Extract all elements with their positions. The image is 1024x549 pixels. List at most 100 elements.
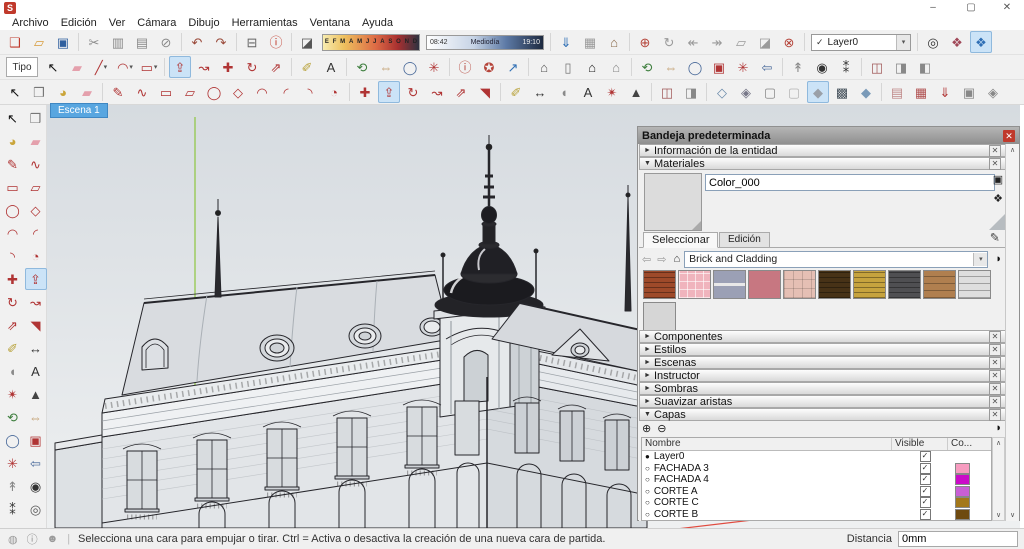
section-close-icon[interactable]: ✕ (989, 145, 1001, 157)
visible-checkbox[interactable]: ✓ (920, 497, 931, 508)
visible-checkbox[interactable]: ✓ (920, 463, 931, 474)
chevron-down-icon[interactable]: ▾ (973, 253, 987, 266)
tray-section-sombras[interactable]: ► Sombras ✕ (639, 382, 1006, 395)
look-around-l-icon[interactable]: ◉ (25, 475, 47, 497)
house-front-view-icon[interactable]: ⌂ (605, 56, 627, 78)
rotated-rectangle-l-icon[interactable]: ▱ (25, 176, 47, 198)
menu-ver[interactable]: Ver (103, 17, 132, 29)
rotate-l-icon[interactable]: ↻ (2, 291, 24, 313)
sandbox-stamp-icon[interactable]: ▣ (958, 81, 980, 103)
section-plane-3-icon[interactable]: ◫ (656, 81, 678, 103)
push-pull-l-icon[interactable]: ⇪ (25, 268, 47, 290)
previous-view-l-icon[interactable]: ⇦ (25, 452, 47, 474)
remove-layer-icon[interactable]: ⊖ (657, 422, 666, 435)
scroll-down-icon[interactable]: ∨ (993, 511, 1004, 519)
geolocation-status-icon[interactable]: ◍ (8, 533, 18, 546)
tab-edicion[interactable]: Edición (719, 232, 770, 248)
make-component-icon[interactable]: ❒ (28, 81, 50, 103)
shadow-time-slider[interactable]: 08:42Mediodía19:10 (426, 35, 544, 50)
polygon-l-icon[interactable]: ◇ (25, 199, 47, 221)
visible-checkbox[interactable]: ✓ (920, 509, 931, 520)
text-tool-3-icon[interactable]: A (577, 81, 599, 103)
zoom-tool-icon[interactable]: ◯ (399, 56, 421, 78)
pan-tool-icon[interactable]: ⇔ (375, 56, 397, 78)
layer-radio[interactable]: ○ (645, 487, 650, 496)
tray-section-capas[interactable]: ▼ Capas ✕ (639, 408, 1006, 421)
collection-dropdown[interactable]: Brick and Cladding ▾ (684, 251, 988, 268)
scale-l-icon[interactable]: ◥ (25, 314, 47, 336)
sandbox-smoove-icon[interactable]: ⇓ (934, 81, 956, 103)
model-info-icon[interactable]: ⓘ (265, 31, 287, 53)
style-xray-icon[interactable]: ◇ (711, 81, 733, 103)
menu-ayuda[interactable]: Ayuda (356, 17, 399, 29)
components-browser-icon[interactable]: ▯ (557, 56, 579, 78)
protractor-tool-icon[interactable]: ◖ (553, 81, 575, 103)
visible-checkbox[interactable]: ✓ (920, 486, 931, 497)
details-arrow-icon[interactable]: ◗ (995, 422, 1002, 434)
share-model-icon[interactable]: ↗ (502, 56, 524, 78)
menu-edicion[interactable]: Edición (55, 17, 103, 29)
line-l-icon[interactable]: ✎ (2, 153, 24, 175)
eraser-tool-3-icon[interactable]: ▰ (76, 81, 98, 103)
add-layer-icon[interactable]: ⊕ (642, 422, 651, 435)
tab-seleccionar[interactable]: Seleccionar (643, 232, 718, 248)
style-monochrome-icon[interactable]: ◆ (855, 81, 877, 103)
scroll-up-icon[interactable]: ∧ (1006, 146, 1019, 154)
shadow-date-slider[interactable]: EFMAMJJASOND (322, 34, 420, 51)
select-tool-l-icon[interactable]: ↖ (2, 107, 24, 129)
layer-color-chip[interactable] (955, 497, 970, 508)
close-button[interactable]: ✕ (992, 0, 1022, 16)
add-scene-icon[interactable]: ⊕ (634, 31, 656, 53)
layer-color-chip[interactable] (955, 474, 970, 485)
zoom-tool-2-icon[interactable]: ◯ (684, 56, 706, 78)
select-tool-icon[interactable]: ↖ (42, 56, 64, 78)
tray-header[interactable]: Bandeja predeterminada ✕ (638, 127, 1019, 144)
zoom-extents-icon[interactable]: ✳ (423, 56, 445, 78)
layer-radio[interactable]: ○ (645, 498, 650, 507)
new-model-icon[interactable]: ❑ (4, 31, 26, 53)
forward-arrow-icon[interactable]: ⇨ (657, 253, 666, 266)
zoom-window-l-icon[interactable]: ▣ (25, 429, 47, 451)
freehand-tool-icon[interactable]: ∿ (131, 81, 153, 103)
offset-tool-icon[interactable]: ⇗ (265, 56, 287, 78)
get-models-warehouse-icon[interactable]: ⌂ (533, 56, 555, 78)
layer-row[interactable]: ●Layer0✓ (642, 451, 991, 463)
update-scene-icon[interactable]: ↻ (658, 31, 680, 53)
follow-me-tool-3-icon[interactable]: ↝ (426, 81, 448, 103)
zoom-extents-2-icon[interactable]: ✳ (732, 56, 754, 78)
open-model-icon[interactable]: ▱ (28, 31, 50, 53)
column-color[interactable]: Co... (948, 438, 991, 450)
credits-status-icon[interactable]: ⓘ (27, 531, 38, 547)
scale-tool-icon[interactable]: ◥ (474, 81, 496, 103)
layers-scrollbar[interactable]: ∧ ∨ (992, 437, 1005, 521)
section-close-icon[interactable]: ✕ (989, 331, 1001, 343)
walk-tool-icon[interactable]: ⁑ (835, 56, 857, 78)
display-section-cuts-icon[interactable]: ◧ (914, 56, 936, 78)
layer-color-chip[interactable] (955, 509, 970, 520)
tray-section-escenas[interactable]: ► Escenas ✕ (639, 356, 1006, 369)
line-tool-icon[interactable]: ╱▾ (90, 56, 112, 78)
eraser-tool-icon[interactable]: ▰ (66, 56, 88, 78)
offset-l-icon[interactable]: ⇗ (2, 314, 24, 336)
toggle-terrain-icon[interactable]: ▦ (579, 31, 601, 53)
tray-close-icon[interactable]: ✕ (1003, 130, 1015, 142)
look-around-tool-icon[interactable]: ◉ (811, 56, 833, 78)
pan-l-icon[interactable]: ⇔ (25, 406, 47, 428)
home-view-icon[interactable]: ⌂ (581, 56, 603, 78)
previous-scene-icon[interactable]: ↞ (682, 31, 704, 53)
two-point-arc-l-icon[interactable]: ◜ (25, 222, 47, 244)
create-material-icon[interactable]: ❖ (991, 192, 1005, 206)
hide-rest-of-model-icon[interactable]: ❖ (946, 31, 968, 53)
model-info-2-icon[interactable]: ⓘ (454, 56, 476, 78)
section-close-icon[interactable]: ✕ (989, 383, 1001, 395)
line-tool-3-icon[interactable]: ✎ (107, 81, 129, 103)
style-wireframe-icon[interactable]: ▢ (759, 81, 781, 103)
tape-measure-l-icon[interactable]: ✐ (2, 337, 24, 359)
tray-section-materials[interactable]: ▼ Materiales ✕ (639, 157, 1006, 170)
layer-row[interactable]: ○FACHADA 3✓ (642, 463, 991, 475)
layer-row[interactable]: ○CORTE C✓ (642, 497, 991, 509)
polygon-tool-icon[interactable]: ◇ (227, 81, 249, 103)
two-point-arc-tool-icon[interactable]: ◜ (275, 81, 297, 103)
arc-tool-icon[interactable]: ◠▾ (114, 56, 136, 78)
menu-herramientas[interactable]: Herramientas (226, 17, 304, 29)
